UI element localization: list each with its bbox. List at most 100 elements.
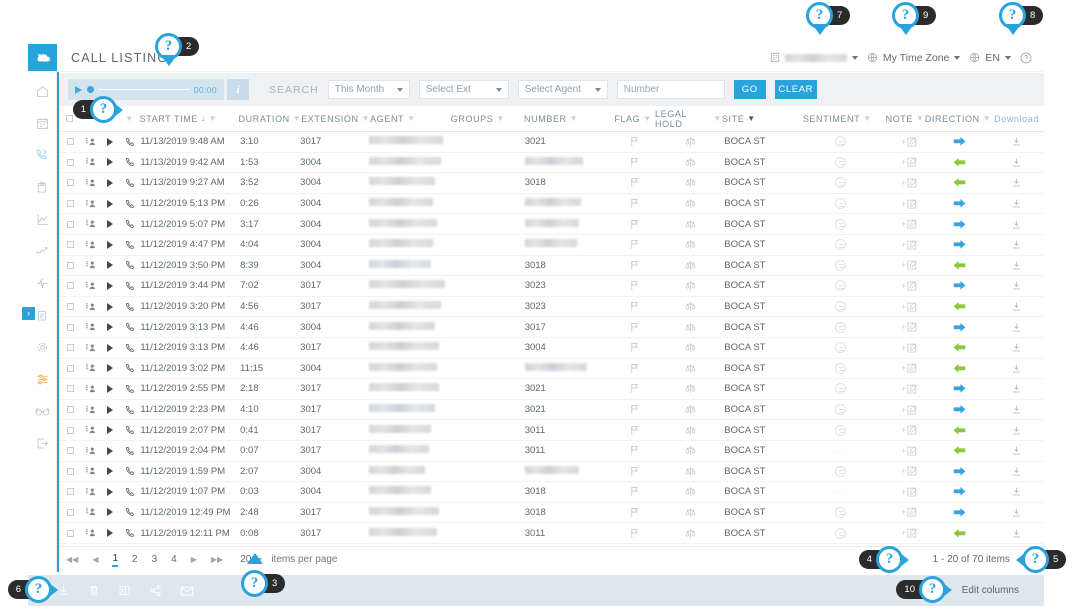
table-row[interactable]: 11/12/2019 1:59 PM 2:07 3004 BOCA ST + (59, 462, 1044, 483)
download-icon[interactable] (57, 584, 70, 597)
sidebar-item-logout[interactable] (28, 431, 57, 455)
legal-hold-icon[interactable] (657, 425, 724, 436)
row-checkbox[interactable] (59, 364, 81, 372)
sentiment-neutral-icon[interactable] (835, 506, 847, 518)
row-checkbox[interactable] (59, 447, 81, 455)
download-recording-button[interactable] (989, 486, 1044, 497)
download-recording-button[interactable] (989, 177, 1044, 188)
sentiment-neutral-icon[interactable] (835, 362, 847, 374)
row-checkbox[interactable] (59, 200, 81, 208)
legal-hold-icon[interactable] (657, 383, 724, 394)
sentiment-neutral-icon[interactable] (835, 156, 847, 168)
flag-icon[interactable] (612, 322, 656, 333)
flag-icon[interactable] (612, 383, 656, 394)
play-recording-button[interactable] (101, 261, 120, 270)
sidebar-item-calendar[interactable] (28, 111, 57, 135)
legal-hold-icon[interactable] (657, 177, 724, 188)
add-note-button[interactable]: + (887, 487, 931, 497)
row-checkbox[interactable] (59, 282, 81, 290)
flag-icon[interactable] (612, 466, 656, 477)
agent-detail-icon[interactable] (81, 322, 100, 332)
timezone-selector[interactable]: My Time Zone (867, 52, 961, 64)
download-recording-button[interactable] (989, 219, 1044, 230)
table-row[interactable]: 11/12/2019 2:04 PM 0:07 3017 3011 BOCA ST ···… (59, 441, 1044, 462)
flag-icon[interactable] (612, 239, 656, 250)
go-button[interactable]: GO (733, 80, 766, 99)
row-checkbox[interactable] (59, 303, 81, 311)
help-pin-3[interactable]: 3 ? (241, 553, 286, 597)
play-recording-button[interactable] (101, 446, 120, 455)
help-pin-7-bubble[interactable]: ? (806, 2, 833, 35)
email-icon[interactable] (180, 585, 194, 597)
agent-detail-icon[interactable] (81, 466, 100, 476)
header-flag[interactable]: FLAG ▼ (611, 114, 655, 124)
sidebar-item-filters[interactable] (28, 367, 57, 391)
agent-select[interactable]: Select Agent (517, 80, 608, 99)
prev-page-icon[interactable]: ◀ (92, 555, 98, 564)
add-note-button[interactable]: + (887, 405, 931, 415)
help-button[interactable] (1020, 52, 1032, 64)
agent-detail-icon[interactable] (81, 363, 100, 373)
agent-detail-icon[interactable] (81, 487, 100, 497)
agent-detail-icon[interactable] (81, 425, 100, 435)
row-checkbox[interactable] (59, 488, 81, 496)
table-row[interactable]: 11/12/2019 2:55 PM 2:18 3017 3021 BOCA ST + (59, 379, 1044, 400)
agent-detail-icon[interactable] (81, 281, 100, 291)
header-start-time[interactable]: START TIME ↓ ▼ (140, 114, 239, 124)
period-select[interactable]: This Month (327, 80, 410, 99)
sidebar-item-calls[interactable] (28, 143, 57, 167)
header-download[interactable]: Download (989, 114, 1044, 124)
play-recording-button[interactable] (101, 384, 120, 393)
play-recording-button[interactable] (101, 426, 120, 435)
agent-detail-icon[interactable] (81, 507, 100, 517)
play-icon[interactable] (75, 85, 82, 94)
flag-icon[interactable] (612, 260, 656, 271)
sidebar-item-pulse[interactable] (28, 271, 57, 295)
legal-hold-icon[interactable] (657, 445, 724, 456)
play-recording-button[interactable] (101, 220, 120, 229)
help-pin-8-bubble[interactable]: ? (999, 2, 1026, 35)
agent-detail-icon[interactable] (81, 157, 100, 167)
page-number-4[interactable]: 4 (171, 554, 177, 565)
table-row[interactable]: 11/12/2019 3:44 PM 7:02 3017 3023 BOCA ST + (59, 276, 1044, 297)
help-pin-5-bubble[interactable]: ? (1022, 546, 1049, 573)
table-row[interactable]: 11/12/2019 5:13 PM 0:26 3004 BOCA ST + (59, 194, 1044, 215)
row-checkbox[interactable] (59, 508, 81, 516)
legal-hold-icon[interactable] (657, 301, 724, 312)
table-row[interactable]: 11/12/2019 3:20 PM 4:56 3017 3023 BOCA ST + (59, 297, 1044, 318)
add-note-button[interactable]: + (887, 466, 931, 476)
table-row[interactable]: 11/12/2019 2:23 PM 4:10 3017 3021 BOCA ST + (59, 400, 1044, 421)
download-recording-button[interactable] (989, 466, 1044, 477)
legal-hold-icon[interactable] (657, 136, 724, 147)
add-note-button[interactable]: + (887, 384, 931, 394)
play-recording-button[interactable] (101, 281, 120, 290)
add-note-button[interactable]: + (887, 343, 931, 353)
agent-detail-icon[interactable] (81, 240, 100, 250)
header-direction[interactable]: DIRECTION ▼ (925, 114, 991, 124)
flag-icon[interactable] (612, 219, 656, 230)
table-row[interactable]: 11/13/2019 9:42 AM 1:53 3004 BOCA ST + (59, 153, 1044, 174)
help-pin-9-bubble[interactable]: ? (892, 2, 919, 35)
download-recording-button[interactable] (989, 363, 1044, 374)
play-recording-button[interactable] (101, 467, 120, 476)
legal-hold-icon[interactable] (657, 260, 724, 271)
flag-icon[interactable] (612, 342, 656, 353)
add-note-button[interactable]: + (887, 281, 931, 291)
legal-hold-icon[interactable] (657, 219, 724, 230)
header-duration[interactable]: DURATION ▼ (239, 114, 302, 124)
flag-icon[interactable] (612, 445, 656, 456)
row-checkbox[interactable] (59, 385, 81, 393)
play-recording-button[interactable] (101, 508, 120, 517)
play-recording-button[interactable] (101, 240, 120, 249)
add-note-button[interactable]: + (887, 528, 931, 538)
chevron-right-icon[interactable]: › (22, 307, 35, 320)
legal-hold-icon[interactable] (657, 280, 724, 291)
download-recording-button[interactable] (989, 445, 1044, 456)
header-sentiment[interactable]: SENTIMENT ▼ (792, 114, 884, 124)
header-extension[interactable]: EXTENSION ▼ (301, 114, 370, 124)
add-note-button[interactable]: + (887, 178, 931, 188)
help-pin-3-bubble[interactable]: ? (241, 553, 268, 597)
flag-icon[interactable] (612, 363, 656, 374)
sidebar-item-home[interactable] (28, 79, 57, 103)
download-recording-button[interactable] (989, 198, 1044, 209)
